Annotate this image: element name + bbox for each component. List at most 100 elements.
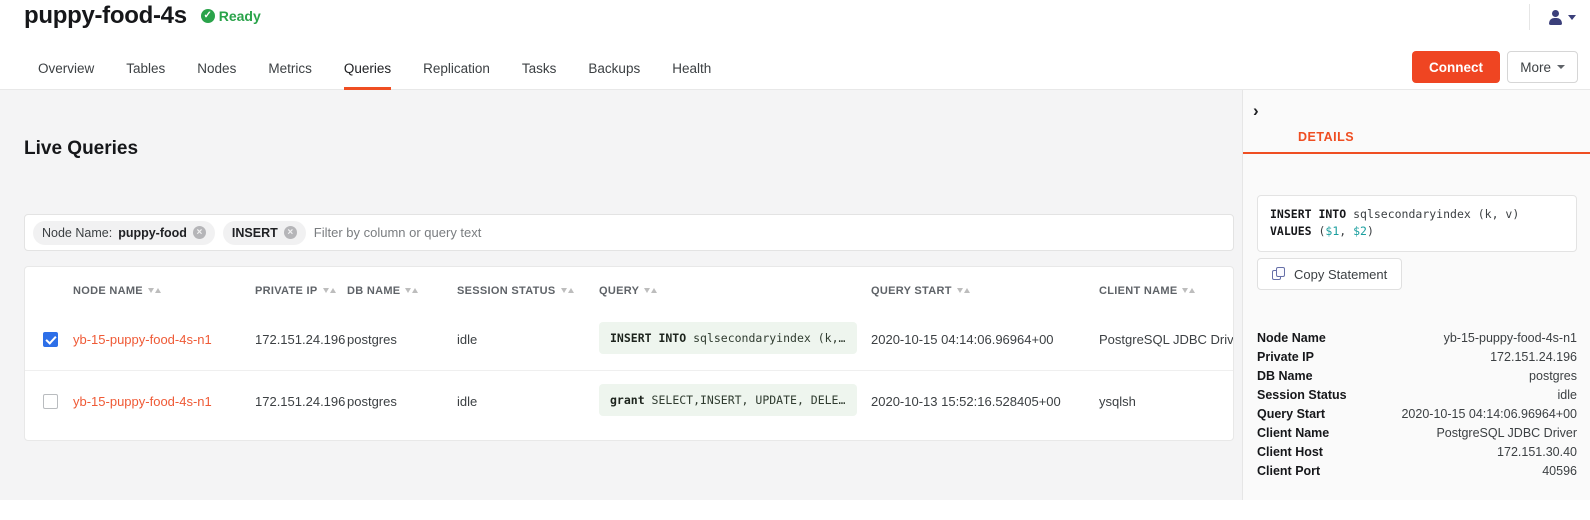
- detail-key: Private IP: [1257, 350, 1314, 364]
- sql-text: sqlsecondaryindex (k, v): [1346, 207, 1519, 221]
- cell-client-name: ysqlsh: [1099, 371, 1234, 433]
- row-checkbox[interactable]: [43, 332, 58, 347]
- tab-queries[interactable]: Queries: [328, 45, 407, 90]
- row-select-cell: [25, 371, 73, 433]
- detail-value: 40596: [1542, 464, 1577, 478]
- detail-key: Client Host: [1257, 445, 1323, 459]
- detail-key: Query Start: [1257, 407, 1325, 421]
- table-row[interactable]: yb-15-puppy-food-4s-n1 172.151.24.196 po…: [25, 309, 1234, 371]
- details-list: Node Nameyb-15-puppy-food-4s-n1 Private …: [1257, 328, 1577, 480]
- query-rest: SELECT,INSERT, UPDATE, DELETE…: [645, 393, 857, 407]
- column-header-query-start[interactable]: QUERY START: [871, 267, 1099, 309]
- sort-icon[interactable]: [644, 288, 657, 293]
- cell-db-name: postgres: [347, 309, 457, 371]
- query-pill[interactable]: INSERT INTO sqlsecondaryindex (k, v…: [599, 322, 857, 354]
- copy-icon: [1272, 267, 1286, 281]
- row-checkbox[interactable]: [43, 394, 58, 409]
- tab-nodes[interactable]: Nodes: [181, 45, 252, 90]
- detail-row-client-name: Client NamePostgreSQL JDBC Driver: [1257, 423, 1577, 442]
- sort-icon[interactable]: [957, 288, 970, 293]
- table-row[interactable]: yb-15-puppy-food-4s-n1 172.151.24.196 po…: [25, 371, 1234, 433]
- node-name-link[interactable]: yb-15-puppy-food-4s-n1: [73, 394, 212, 409]
- detail-key: Node Name: [1257, 331, 1326, 345]
- sort-icon[interactable]: [323, 288, 336, 293]
- tab-health[interactable]: Health: [656, 45, 727, 90]
- filter-bar[interactable]: Node Name: puppy-food × INSERT ×: [24, 214, 1234, 251]
- detail-row-client-port: Client Port 40596: [1257, 461, 1577, 480]
- sql-text: (: [1312, 224, 1326, 238]
- more-button[interactable]: More: [1507, 51, 1578, 83]
- copy-statement-button[interactable]: Copy Statement: [1257, 258, 1402, 290]
- chip-remove-icon[interactable]: ×: [193, 226, 206, 239]
- cell-db-name: postgres: [347, 371, 457, 433]
- detail-row-session-status: Session Status idle: [1257, 385, 1577, 404]
- user-menu[interactable]: [1529, 4, 1576, 30]
- filter-input[interactable]: [314, 221, 1225, 245]
- header-label: CLIENT NAME: [1099, 285, 1177, 297]
- column-header-query[interactable]: QUERY: [599, 267, 871, 309]
- detail-value: idle: [1558, 388, 1577, 402]
- node-name-link[interactable]: yb-15-puppy-food-4s-n1: [73, 332, 212, 347]
- tab-tasks[interactable]: Tasks: [506, 45, 573, 90]
- tab-bar: Overview Tables Nodes Metrics Queries Re…: [0, 45, 1590, 90]
- cell-private-ip: 172.151.24.196: [255, 371, 347, 433]
- chevron-down-icon: [1557, 65, 1565, 69]
- filter-chip-node-name[interactable]: Node Name: puppy-food ×: [33, 221, 215, 245]
- more-label: More: [1520, 60, 1551, 75]
- connect-button[interactable]: Connect: [1412, 51, 1500, 83]
- query-pill[interactable]: grant SELECT,INSERT, UPDATE, DELETE…: [599, 384, 857, 416]
- sort-icon[interactable]: [561, 288, 574, 293]
- detail-row-query-start: Query Start 2020-10-15 04:14:06.96964+00: [1257, 404, 1577, 423]
- page-title: puppy-food-4s: [24, 2, 187, 30]
- select-all-header: [25, 267, 73, 309]
- filter-chip-insert[interactable]: INSERT ×: [223, 221, 306, 245]
- detail-key: Client Name: [1257, 426, 1329, 440]
- detail-value: 2020-10-15 04:14:06.96964+00: [1401, 407, 1577, 421]
- check-circle-icon: ✓: [201, 9, 215, 23]
- detail-value: postgres: [1529, 369, 1577, 383]
- tab-details[interactable]: DETAILS: [1298, 130, 1354, 144]
- header-label: PRIVATE IP: [255, 285, 318, 297]
- main-content: Live Queries Node Name: puppy-food × INS…: [0, 90, 1242, 500]
- header-label: SESSION STATUS: [457, 285, 556, 297]
- expand-panel-icon[interactable]: ›: [1253, 102, 1259, 119]
- status-label: Ready: [219, 8, 261, 24]
- column-header-private-ip[interactable]: PRIVATE IP: [255, 267, 347, 309]
- table-header-row: NODE NAME PRIVATE IP DB NAME SESSION STA…: [25, 267, 1234, 309]
- header-label: NODE NAME: [73, 285, 143, 297]
- query-rest: sqlsecondaryindex (k, v…: [686, 331, 857, 345]
- detail-key: Session Status: [1257, 388, 1347, 402]
- detail-row-private-ip: Private IP 172.151.24.196: [1257, 347, 1577, 366]
- cell-query: INSERT INTO sqlsecondaryindex (k, v…: [599, 309, 871, 371]
- chip-remove-icon[interactable]: ×: [284, 226, 297, 239]
- sql-keyword: INSERT INTO: [1270, 207, 1346, 221]
- detail-row-db-name: DB Namepostgres: [1257, 366, 1577, 385]
- header-label: QUERY START: [871, 285, 952, 297]
- sql-param: $1: [1325, 224, 1339, 238]
- sort-icon[interactable]: [1182, 288, 1195, 293]
- detail-value: 172.151.24.196: [1490, 350, 1577, 364]
- tab-backups[interactable]: Backups: [572, 45, 656, 90]
- tab-list: Overview Tables Nodes Metrics Queries Re…: [22, 45, 727, 90]
- detail-row-client-host: Client Host172.151.30.40: [1257, 442, 1577, 461]
- tab-metrics[interactable]: Metrics: [252, 45, 328, 90]
- cell-query: grant SELECT,INSERT, UPDATE, DELETE…: [599, 371, 871, 433]
- query-keyword: INSERT INTO: [610, 331, 686, 345]
- tab-tables[interactable]: Tables: [110, 45, 181, 90]
- tab-replication[interactable]: Replication: [407, 45, 506, 90]
- tab-overview[interactable]: Overview: [22, 45, 110, 90]
- user-avatar-icon: [1548, 10, 1563, 25]
- column-header-session-status[interactable]: SESSION STATUS: [457, 267, 599, 309]
- header-label: DB NAME: [347, 285, 400, 297]
- panel-tab-bar: DETAILS: [1243, 130, 1590, 154]
- detail-key: Client Port: [1257, 464, 1320, 478]
- sort-icon[interactable]: [148, 288, 161, 293]
- chevron-down-icon: [1568, 15, 1576, 20]
- sort-icon[interactable]: [405, 288, 418, 293]
- column-header-client-name[interactable]: CLIENT NAME: [1099, 267, 1234, 309]
- status-badge: ✓ Ready: [201, 8, 261, 24]
- cell-node-name: yb-15-puppy-food-4s-n1: [73, 371, 255, 433]
- column-header-db-name[interactable]: DB NAME: [347, 267, 457, 309]
- sql-text: ): [1367, 224, 1374, 238]
- column-header-node-name[interactable]: NODE NAME: [73, 267, 255, 309]
